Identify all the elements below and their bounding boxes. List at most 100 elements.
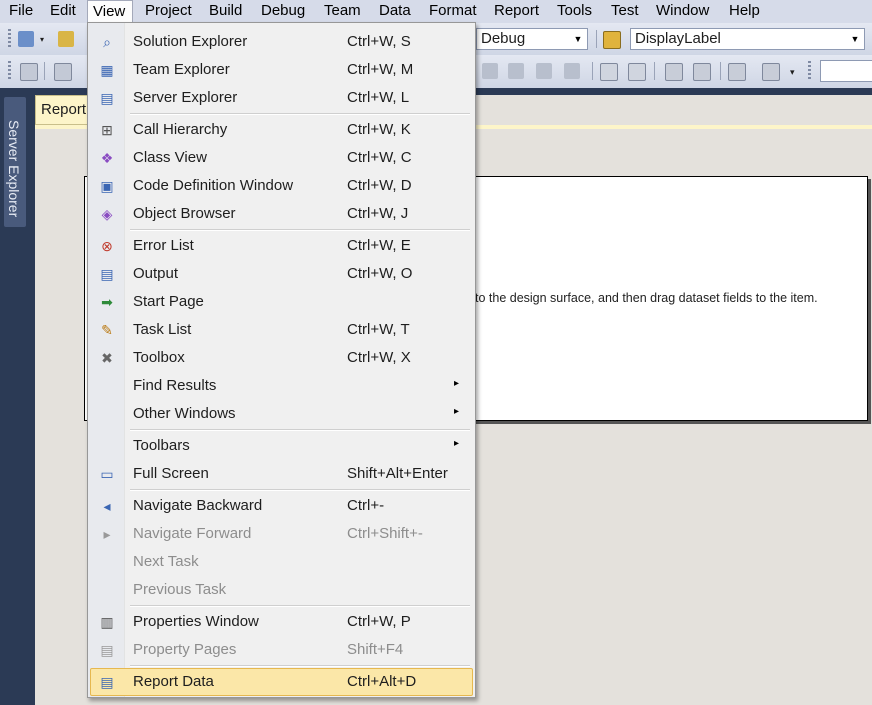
menu-item-next-task[interactable]: Next Task — [90, 548, 473, 576]
object-browser-icon: ◈ — [101, 206, 113, 222]
menu-separator — [130, 605, 470, 607]
menu-item-label: Object Browser — [133, 205, 236, 222]
design-surface-hint: to the design surface, and then drag dat… — [475, 291, 818, 305]
menu-item-class-view[interactable]: ❖ Class View Ctrl+W, C — [90, 144, 473, 172]
menu-item-code-definition-window[interactable]: ▣ Code Definition Window Ctrl+W, D — [90, 172, 473, 200]
submenu-arrow-icon: ▸ — [454, 378, 460, 389]
center-vertically-icon[interactable] — [628, 63, 646, 81]
menu-item-task-list[interactable]: ✎ Task List Ctrl+W, T — [90, 316, 473, 344]
menu-item-shortcut: Ctrl+Alt+D — [347, 673, 417, 690]
menu-item-properties-window[interactable]: ▥ Properties Window Ctrl+W, P — [90, 608, 473, 636]
tab-order-icon[interactable] — [728, 63, 746, 81]
menu-help[interactable]: Help — [724, 0, 765, 23]
align-to-grid-icon[interactable] — [20, 63, 38, 81]
menu-tools[interactable]: Tools — [552, 0, 597, 23]
menu-item-other-windows[interactable]: Other Windows ▸ — [90, 400, 473, 428]
menu-separator — [130, 429, 470, 431]
solution-config-combo[interactable]: Debug ▼ — [476, 28, 588, 50]
align-left-icon[interactable] — [54, 63, 72, 81]
toolbar-separator — [596, 30, 597, 48]
view-menu-dropdown: ⌕ Solution Explorer Ctrl+W, S ▦ Team Exp… — [87, 22, 476, 698]
menu-item-navigate-forward[interactable]: ▸ Navigate Forward Ctrl+Shift+- — [90, 520, 473, 548]
menu-item-error-list[interactable]: ⊗ Error List Ctrl+W, E — [90, 232, 473, 260]
toolbar-combo[interactable] — [820, 60, 872, 82]
start-page-icon: ➡ — [101, 294, 113, 310]
menu-item-find-results[interactable]: Find Results ▸ — [90, 372, 473, 400]
menu-item-label: Toolbox — [133, 349, 185, 366]
properties-window-icon: ▥ — [100, 614, 114, 630]
menu-item-label: Solution Explorer — [133, 33, 248, 50]
menu-item-report-data[interactable]: ▤ Report Data Ctrl+Alt+D — [90, 668, 473, 696]
menu-item-label: Report Data — [133, 673, 214, 690]
toolbar-options-icon[interactable] — [762, 63, 780, 81]
menu-item-output[interactable]: ▤ Output Ctrl+W, O — [90, 260, 473, 288]
menu-report[interactable]: Report — [489, 0, 544, 23]
menu-item-object-browser[interactable]: ◈ Object Browser Ctrl+W, J — [90, 200, 473, 228]
send-to-back-icon[interactable] — [693, 63, 711, 81]
menu-window[interactable]: Window — [651, 0, 714, 23]
menu-team[interactable]: Team — [319, 0, 366, 23]
document-tab-report[interactable]: Report — [35, 95, 95, 125]
menu-item-shortcut: Ctrl+- — [347, 497, 385, 514]
menu-item-shortcut: Ctrl+W, S — [347, 33, 411, 50]
menu-file[interactable]: File — [4, 0, 38, 23]
menu-item-toolbars[interactable]: Toolbars ▸ — [90, 432, 473, 460]
menu-build[interactable]: Build — [204, 0, 247, 23]
add-item-icon[interactable] — [58, 31, 74, 47]
server-explorer-icon: ▤ — [100, 90, 114, 106]
menu-separator — [130, 489, 470, 491]
menu-item-full-screen[interactable]: ▭ Full Screen Shift+Alt+Enter — [90, 460, 473, 488]
menu-project[interactable]: Project — [140, 0, 197, 23]
toolbar-grip[interactable] — [8, 29, 11, 49]
center-horizontally-icon[interactable] — [600, 63, 618, 81]
menu-item-team-explorer[interactable]: ▦ Team Explorer Ctrl+W, M — [90, 56, 473, 84]
team-explorer-icon: ▦ — [100, 62, 114, 78]
menu-item-previous-task[interactable]: Previous Task — [90, 576, 473, 604]
toolbar-grip[interactable] — [8, 61, 11, 81]
find-combo[interactable]: DisplayLabel ▼ — [630, 28, 865, 50]
menu-test[interactable]: Test — [606, 0, 644, 23]
menu-separator — [130, 113, 470, 115]
output-icon: ▤ — [100, 266, 114, 282]
report-data-icon: ▤ — [100, 674, 114, 690]
vertical-spacing-icon[interactable] — [482, 63, 498, 79]
menu-item-label: Navigate Backward — [133, 497, 263, 514]
decrease-vertical-spacing-icon[interactable] — [536, 63, 552, 79]
menu-item-navigate-backward[interactable]: ◂ Navigate Backward Ctrl+- — [90, 492, 473, 520]
submenu-arrow-icon: ▸ — [454, 438, 460, 449]
menu-separator — [130, 229, 470, 231]
menu-item-label: Code Definition Window — [133, 177, 294, 194]
menu-debug[interactable]: Debug — [256, 0, 310, 23]
menu-format[interactable]: Format — [424, 0, 482, 23]
bring-to-front-icon[interactable] — [665, 63, 683, 81]
menu-item-shortcut: Ctrl+W, X — [347, 349, 411, 366]
new-project-icon[interactable] — [18, 31, 34, 47]
menu-item-shortcut: Ctrl+W, K — [347, 121, 411, 138]
menu-item-label: Navigate Forward — [133, 525, 252, 542]
chevron-down-icon[interactable]: ▾ — [790, 67, 798, 77]
toolbar-separator — [720, 62, 721, 80]
remove-vertical-spacing-icon[interactable] — [564, 63, 580, 79]
menu-item-toolbox[interactable]: ✖ Toolbox Ctrl+W, X — [90, 344, 473, 372]
menu-item-property-pages[interactable]: ▤ Property Pages Shift+F4 — [90, 636, 473, 664]
menu-data[interactable]: Data — [374, 0, 416, 23]
menu-item-solution-explorer[interactable]: ⌕ Solution Explorer Ctrl+W, S — [90, 28, 473, 56]
menu-edit[interactable]: Edit — [45, 0, 81, 23]
chevron-down-icon[interactable]: ▾ — [40, 36, 47, 44]
find-in-files-icon[interactable] — [603, 31, 621, 49]
menu-bar: File Edit View Project Build Debug Team … — [0, 0, 872, 24]
menu-item-call-hierarchy[interactable]: ⊞ Call Hierarchy Ctrl+W, K — [90, 116, 473, 144]
menu-item-server-explorer[interactable]: ▤ Server Explorer Ctrl+W, L — [90, 84, 473, 112]
class-view-icon: ❖ — [100, 150, 114, 166]
menu-item-label: Output — [133, 265, 179, 282]
solution-config-value: Debug — [481, 30, 526, 47]
toolbar-separator — [592, 62, 593, 80]
toolbar-grip[interactable] — [808, 61, 811, 81]
menu-item-start-page[interactable]: ➡ Start Page — [90, 288, 473, 316]
menu-separator — [130, 665, 470, 667]
menu-item-shortcut: Ctrl+Shift+- — [347, 525, 423, 542]
increase-vertical-spacing-icon[interactable] — [508, 63, 524, 79]
menu-item-label: Task List — [133, 321, 192, 338]
menu-item-shortcut: Ctrl+W, L — [347, 89, 410, 106]
menu-view[interactable]: View — [87, 0, 133, 24]
